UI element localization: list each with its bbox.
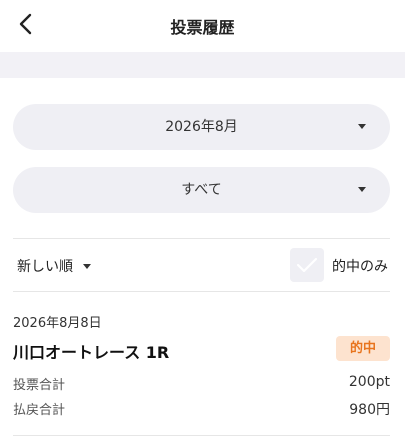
payout-total-value: 980円 <box>349 402 390 418</box>
type-select-value: すべて <box>181 182 222 198</box>
check-icon <box>296 257 318 273</box>
section-band <box>0 52 405 78</box>
hit-only-checkbox[interactable] <box>290 248 324 282</box>
history-race: 川口オートレース 1R <box>13 343 170 362</box>
status-badge: 的中 <box>336 336 390 361</box>
page-title: 投票履歴 <box>170 18 235 37</box>
type-select[interactable]: すべて <box>13 167 390 213</box>
sort-dropdown[interactable]: 新しい順 <box>17 256 91 276</box>
caret-down-icon <box>83 263 91 269</box>
hit-only-label: 的中のみ <box>332 259 388 275</box>
month-select-value: 2026年8月 <box>165 119 238 135</box>
month-select[interactable]: 2026年8月 <box>13 104 390 150</box>
divider <box>13 238 390 239</box>
header: 投票履歴 <box>0 0 405 52</box>
caret-down-icon <box>358 187 366 192</box>
bet-total-label: 投票合計 <box>13 378 66 393</box>
history-date: 2026年8月8日 <box>13 316 102 331</box>
payout-total-label: 払戻合計 <box>13 403 66 418</box>
divider <box>13 435 390 436</box>
sort-label: 新しい順 <box>17 259 73 275</box>
divider <box>13 291 390 292</box>
bet-total-value: 200pt <box>348 374 390 390</box>
caret-down-icon <box>358 124 366 129</box>
